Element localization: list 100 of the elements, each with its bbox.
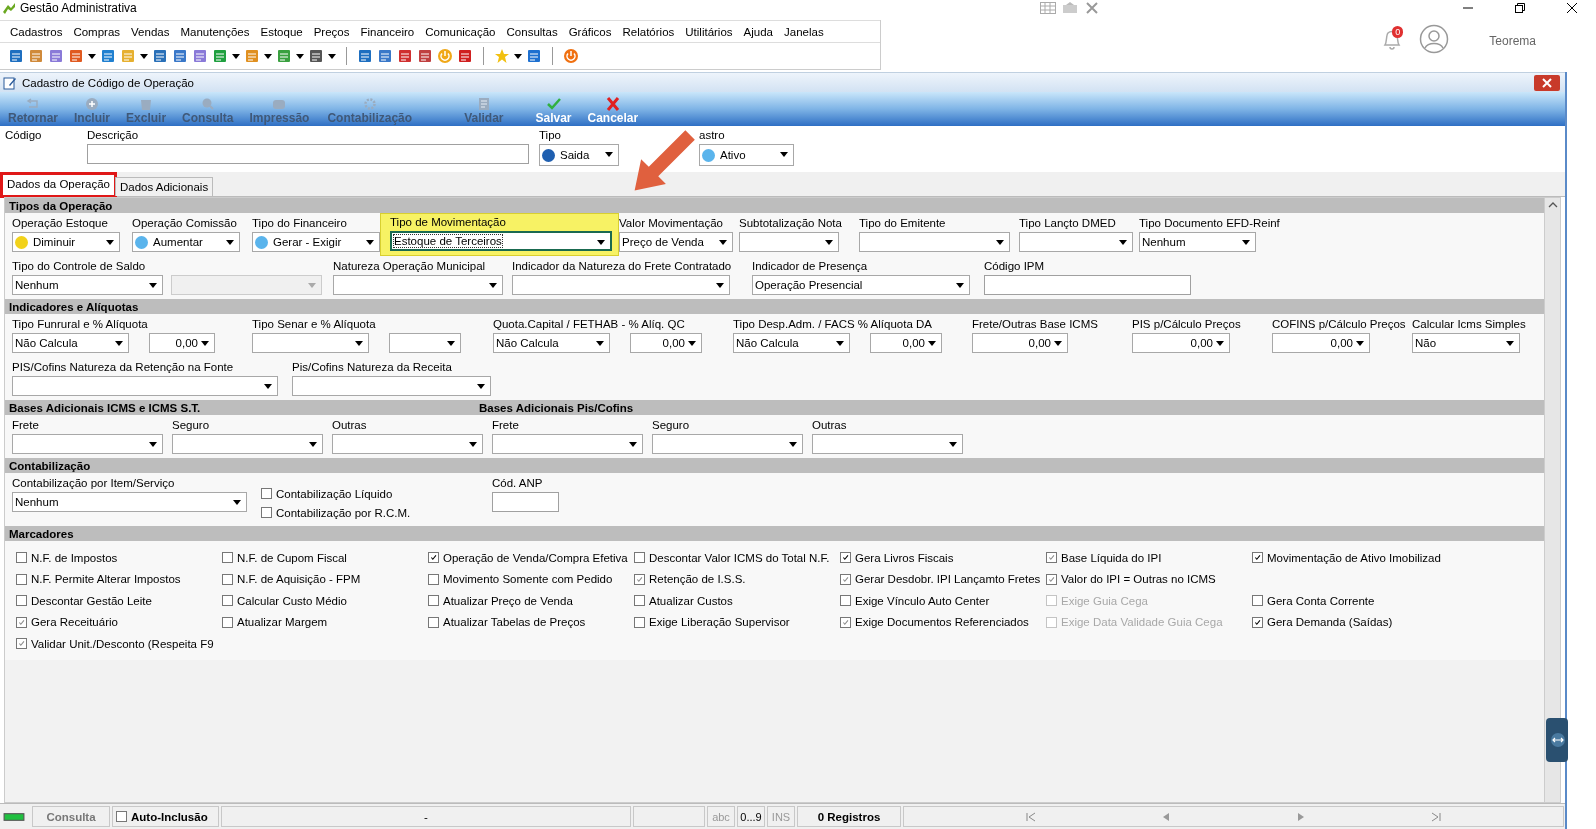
dropdown[interactable] xyxy=(1019,232,1133,252)
number-field[interactable]: 0,00 xyxy=(149,333,215,353)
last-record-icon[interactable] xyxy=(1430,811,1441,822)
dropdown[interactable] xyxy=(739,232,839,252)
checkbox[interactable] xyxy=(222,552,233,563)
dropdown[interactable] xyxy=(12,434,163,454)
checkbox[interactable] xyxy=(1252,595,1263,607)
dropdown[interactable] xyxy=(333,275,503,295)
dropdown[interactable]: Não Calcula xyxy=(12,333,129,353)
dropdown[interactable]: Preço de Venda xyxy=(619,232,733,252)
caret-icon[interactable] xyxy=(88,53,96,59)
dropdown[interactable]: Diminuir xyxy=(12,232,120,252)
dropdown[interactable]: Não Calcula xyxy=(733,333,850,353)
dropdown[interactable]: Não xyxy=(1412,333,1520,353)
number-field[interactable] xyxy=(389,333,461,353)
star-icon[interactable] xyxy=(494,48,510,64)
dropdown[interactable] xyxy=(12,376,278,396)
text-field[interactable] xyxy=(984,275,1191,295)
close-button[interactable] xyxy=(1533,74,1561,91)
dropdown[interactable] xyxy=(859,232,1010,252)
checkbox[interactable] xyxy=(428,616,439,628)
dropdown[interactable]: Nenhum xyxy=(12,275,163,295)
plus-icon xyxy=(84,97,100,111)
checkbox[interactable] xyxy=(222,616,233,628)
checkbox[interactable] xyxy=(428,595,439,607)
scroll-up-icon[interactable] xyxy=(1547,202,1558,208)
checkbox[interactable] xyxy=(261,507,272,518)
dropdown[interactable] xyxy=(512,275,730,295)
text-field[interactable] xyxy=(87,144,529,164)
checkbox[interactable] xyxy=(16,573,27,585)
checkbox[interactable] xyxy=(116,811,127,822)
number-field[interactable]: 0,00 xyxy=(870,333,942,353)
number-field[interactable]: 0,00 xyxy=(1272,333,1370,353)
dropdown[interactable]: Ativo xyxy=(699,144,794,166)
number-field[interactable]: 0,00 xyxy=(1132,333,1230,353)
checkbox[interactable] xyxy=(222,595,233,607)
checkbox[interactable] xyxy=(634,616,645,628)
dropdown[interactable] xyxy=(652,434,803,454)
dropdown[interactable]: Nenhum xyxy=(1139,232,1256,252)
menu-item[interactable]: Compras xyxy=(73,25,121,38)
checkbox[interactable] xyxy=(634,595,645,607)
menu-item[interactable]: Estoque xyxy=(260,25,303,38)
menu-item[interactable]: Preços xyxy=(313,25,350,38)
caret-icon xyxy=(447,341,455,346)
dropdown[interactable]: Não Calcula xyxy=(493,333,610,353)
restore-icon[interactable] xyxy=(1514,2,1526,14)
caret-icon[interactable] xyxy=(328,53,336,59)
tile-icon[interactable] xyxy=(8,48,24,64)
checkbox[interactable] xyxy=(222,573,233,585)
menu-item[interactable]: Janelas xyxy=(784,25,824,38)
dropdown[interactable]: Gerar - Exigir xyxy=(252,232,380,252)
user-avatar-icon[interactable] xyxy=(1419,24,1450,54)
menu-item[interactable]: Cadastros xyxy=(10,25,63,38)
menu-item[interactable]: Consultas xyxy=(506,25,558,38)
dropdown[interactable] xyxy=(812,434,963,454)
menu-item[interactable]: Manutenções xyxy=(180,25,250,38)
scrollbar[interactable] xyxy=(1544,198,1560,802)
dropdown[interactable]: Estoque de Terceiros xyxy=(390,231,612,251)
text-field[interactable] xyxy=(492,492,559,512)
menu-item[interactable]: Ajuda xyxy=(743,25,773,38)
checkbox[interactable] xyxy=(16,595,27,607)
previous-record-icon[interactable] xyxy=(1161,811,1172,822)
caret-icon[interactable] xyxy=(514,53,522,59)
power-icon[interactable] xyxy=(563,48,579,64)
menu-item[interactable]: Financeiro xyxy=(360,25,415,38)
caret-icon[interactable] xyxy=(232,53,240,59)
dropdown[interactable] xyxy=(332,434,483,454)
caret-icon[interactable] xyxy=(264,53,272,59)
dropdown[interactable]: Operação Presencial xyxy=(752,275,970,295)
dropdown[interactable]: Saida xyxy=(539,144,619,166)
close-icon[interactable] xyxy=(1566,2,1578,14)
first-record-icon[interactable] xyxy=(1026,811,1037,822)
checkbox[interactable] xyxy=(16,552,27,563)
section-title: Marcadores xyxy=(9,527,74,540)
menu-item[interactable]: Gráficos xyxy=(568,25,612,38)
dropdown[interactable] xyxy=(252,333,369,353)
number-field[interactable]: 0,00 xyxy=(630,333,702,353)
dropdown[interactable] xyxy=(172,434,323,454)
dropdown[interactable]: Nenhum xyxy=(12,492,247,512)
menu-item[interactable]: Vendas xyxy=(131,25,170,38)
dropdown[interactable] xyxy=(292,376,491,396)
dropdown[interactable] xyxy=(492,434,643,454)
checkbox[interactable] xyxy=(428,573,439,585)
number-field[interactable]: 0,00 xyxy=(972,333,1068,353)
checkbox-label: Exige Documentos Referenciados xyxy=(855,616,1029,629)
checkbox[interactable] xyxy=(634,552,645,563)
tab[interactable]: Dados Adicionais xyxy=(114,177,214,196)
tile-icon[interactable] xyxy=(100,48,116,64)
menu-item[interactable]: Relatórios xyxy=(622,25,675,38)
checkbox[interactable] xyxy=(840,595,851,607)
menu-item[interactable]: Utilitários xyxy=(685,25,733,38)
checkbox[interactable] xyxy=(261,488,272,499)
remote-tab-icon[interactable] xyxy=(1546,718,1568,762)
next-record-icon[interactable] xyxy=(1295,811,1306,822)
tab[interactable]: Dados da Operação xyxy=(2,174,115,196)
menu-item[interactable]: Comunicação xyxy=(425,25,496,38)
caret-icon[interactable] xyxy=(140,53,148,59)
grid-icon[interactable] xyxy=(1040,2,1056,14)
dropdown[interactable]: Aumentar xyxy=(132,232,240,252)
caret-icon[interactable] xyxy=(296,53,304,59)
